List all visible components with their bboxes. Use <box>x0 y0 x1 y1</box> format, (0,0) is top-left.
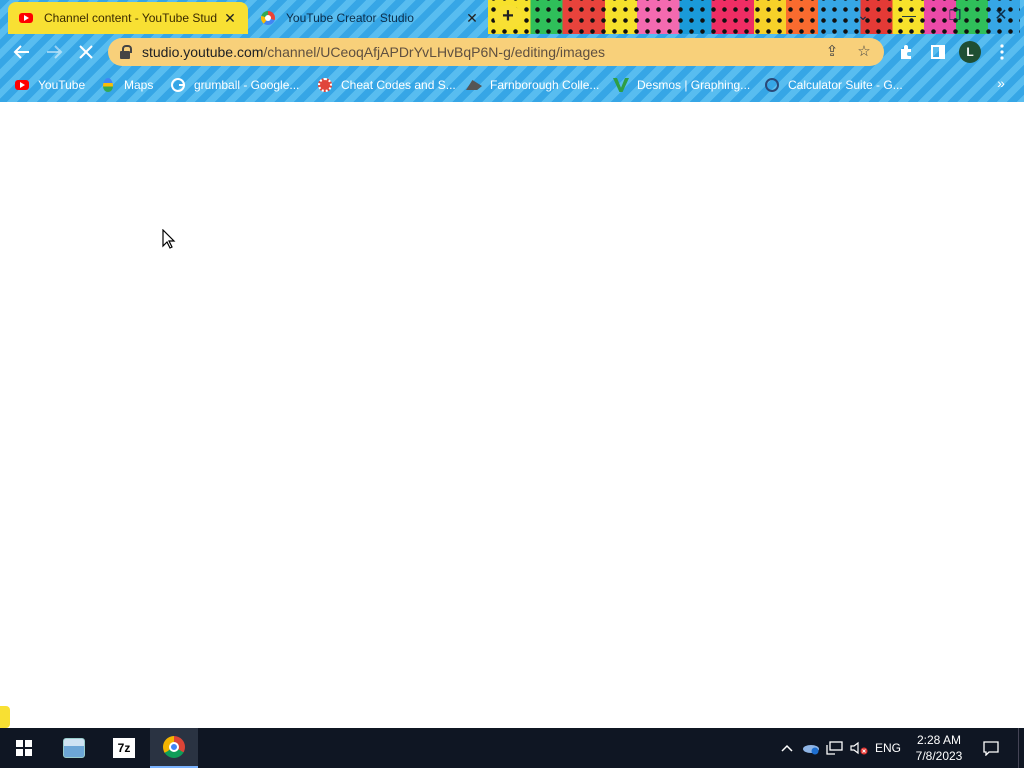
language-indicator[interactable]: ENG <box>872 728 904 768</box>
restore-button[interactable]: ❐ <box>932 0 978 30</box>
show-hidden-icons-button[interactable] <box>778 728 796 768</box>
clock-date: 7/8/2023 <box>915 749 963 763</box>
show-desktop-button[interactable] <box>1018 728 1024 768</box>
youtube-icon <box>14 77 30 93</box>
extensions-button[interactable] <box>893 39 919 65</box>
bookmarks-overflow-button[interactable]: » <box>992 75 1010 95</box>
address-bar[interactable]: studio.youtube.com/channel/UCeoqAfjAPDrY… <box>108 38 884 66</box>
youtube-studio-icon <box>260 10 276 26</box>
bookmark-star-icon[interactable]: ☆ <box>854 43 874 61</box>
page-content <box>0 102 1024 728</box>
taskbar-clock[interactable]: 2:28 AM 7/8/2023 <box>908 732 970 764</box>
close-tab-icon[interactable]: ✕ <box>222 10 238 26</box>
menu-button[interactable] <box>989 39 1015 65</box>
tab-title: Channel content - YouTube Stud <box>44 11 218 25</box>
tab-creator-studio[interactable]: YouTube Creator Studio ✕ <box>250 2 490 34</box>
tab-strip: Channel content - YouTube Stud ✕ YouTube… <box>0 0 1024 34</box>
clock-time: 2:28 AM <box>916 733 962 747</box>
onedrive-icon <box>803 745 819 755</box>
bookmark-label: YouTube <box>38 78 86 92</box>
forward-button[interactable] <box>41 39 67 65</box>
close-window-button[interactable]: ✕ <box>978 0 1024 30</box>
desmos-icon <box>613 77 629 93</box>
bookmark-label: grumball - Google... <box>194 78 300 92</box>
start-button[interactable] <box>0 728 48 768</box>
share-icon[interactable]: ⇪ <box>822 43 842 61</box>
side-panel-button[interactable] <box>925 39 951 65</box>
forward-arrow-icon <box>47 45 63 59</box>
chevron-up-icon <box>781 744 793 752</box>
bookmark-label: Cheat Codes and S... <box>341 78 456 92</box>
notifications-button[interactable] <box>980 728 1002 768</box>
side-tab-handle[interactable] <box>0 706 10 728</box>
calculator-icon <box>764 77 780 93</box>
bookmark-youtube[interactable]: YouTube <box>14 75 85 95</box>
bookmarks-bar: YouTube Maps grumball - Google... Cheat … <box>0 70 1024 100</box>
taskbar-7zip[interactable]: 7z <box>100 728 148 768</box>
tab-channel-content[interactable]: Channel content - YouTube Stud ✕ <box>8 2 248 34</box>
profile-avatar[interactable]: L <box>959 41 981 63</box>
bookmark-grumball[interactable]: grumball - Google... <box>170 75 299 95</box>
taskbar-file-explorer[interactable] <box>50 728 98 768</box>
youtube-icon <box>18 10 34 26</box>
bookmark-label: Desmos | Graphing... <box>637 78 751 92</box>
windows-taskbar: 7z ENG 2:28 AM 7/8/2023 <box>0 728 1024 768</box>
mouse-cursor-icon <box>162 229 176 249</box>
google-icon <box>170 77 186 93</box>
minimize-button[interactable]: — <box>886 0 932 30</box>
lock-icon[interactable] <box>120 45 132 59</box>
onedrive-tray[interactable] <box>800 728 822 768</box>
bookmark-label: Calculator Suite - G... <box>788 78 903 92</box>
bookmark-label: Farnborough Colle... <box>490 78 600 92</box>
kebab-menu-icon <box>1000 44 1004 60</box>
farnborough-icon <box>466 77 482 93</box>
bookmark-desmos[interactable]: Desmos | Graphing... <box>613 75 750 95</box>
tab-search-button[interactable]: ⌄ <box>840 0 886 30</box>
file-explorer-icon <box>63 738 85 758</box>
bookmark-farnborough[interactable]: Farnborough Colle... <box>466 75 599 95</box>
side-panel-icon <box>931 45 945 59</box>
new-tab-button[interactable]: + <box>494 5 522 29</box>
volume-muted-icon <box>850 741 868 755</box>
browser-chrome: Channel content - YouTube Stud ✕ YouTube… <box>0 0 1024 102</box>
chrome-icon <box>163 736 185 758</box>
maps-icon <box>100 77 116 93</box>
back-button[interactable] <box>9 39 35 65</box>
bookmark-calculator-suite[interactable]: Calculator Suite - G... <box>764 75 903 95</box>
taskbar-chrome[interactable] <box>150 728 198 768</box>
bookmark-maps[interactable]: Maps <box>100 75 153 95</box>
url-host: studio.youtube.com <box>142 44 264 60</box>
stop-loading-button[interactable] <box>73 39 99 65</box>
tab-title: YouTube Creator Studio <box>286 11 414 25</box>
7zip-icon: 7z <box>113 738 135 758</box>
bookmark-cheat-codes[interactable]: Cheat Codes and S... <box>317 75 456 95</box>
url-path: /channel/UCeoqAfjAPDrYvLHvBqP6N-g/editin… <box>263 44 606 60</box>
bookmark-label: Maps <box>124 78 154 92</box>
back-arrow-icon <box>13 45 29 59</box>
action-center-icon <box>983 741 999 756</box>
network-tray[interactable] <box>824 728 846 768</box>
puzzle-icon <box>901 45 911 59</box>
network-icon <box>826 741 843 755</box>
stop-icon <box>79 45 93 59</box>
browser-toolbar: studio.youtube.com/channel/UCeoqAfjAPDrY… <box>0 34 1024 70</box>
close-tab-icon[interactable]: ✕ <box>464 10 480 26</box>
volume-tray[interactable] <box>848 728 870 768</box>
windows-logo-icon <box>16 740 32 756</box>
cheat-codes-icon <box>317 77 333 93</box>
